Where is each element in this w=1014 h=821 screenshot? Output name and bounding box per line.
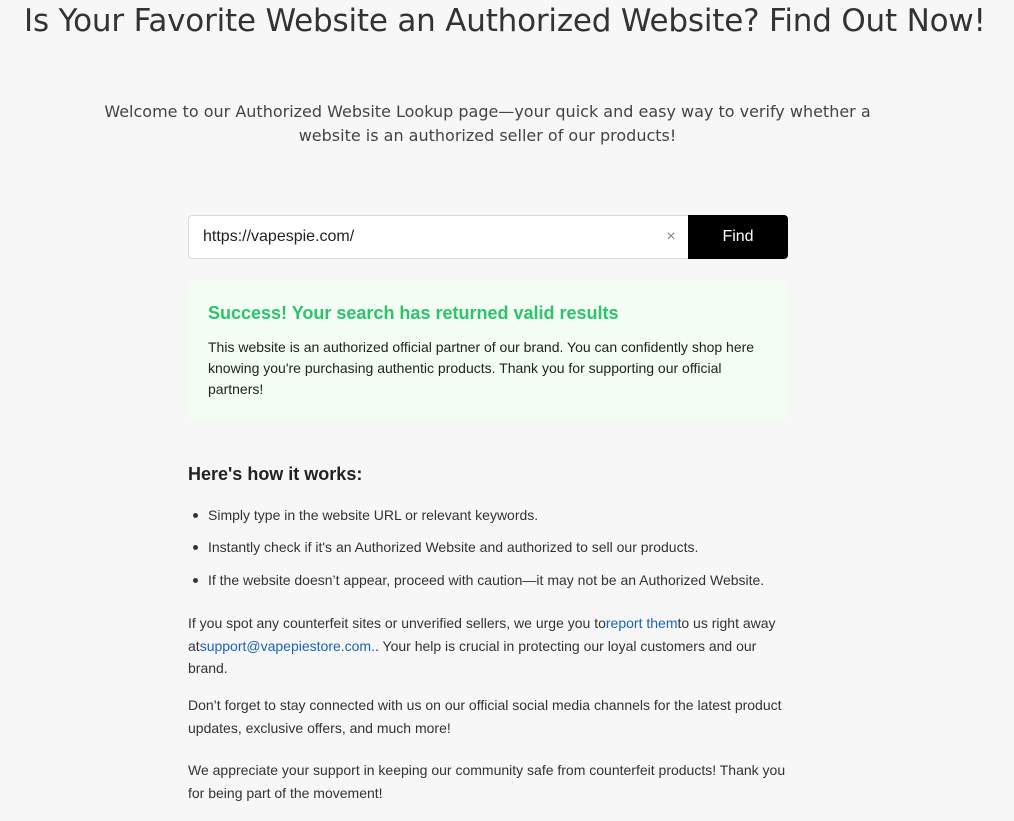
list-item: If the website doesn’t appear, proceed w… bbox=[188, 570, 788, 590]
list-item: Simply type in the website URL or releva… bbox=[188, 505, 788, 525]
report-paragraph: If you spot any counterfeit sites or unv… bbox=[188, 612, 788, 680]
result-title: Success! Your search has returned valid … bbox=[208, 303, 619, 323]
page-title: Is Your Favorite Website an Authorized W… bbox=[24, 3, 986, 39]
clear-icon[interactable]: × bbox=[662, 227, 680, 247]
social-paragraph: Don’t forget to stay connected with us o… bbox=[188, 697, 782, 736]
report-link[interactable]: report them bbox=[606, 615, 678, 631]
closing-paragraph: We appreciate your support in keeping ou… bbox=[188, 762, 786, 801]
how-it-works-title: Here's how it works: bbox=[188, 464, 363, 484]
step-text: Instantly check if it's an Authorized We… bbox=[208, 539, 699, 556]
list-item: Instantly check if it's an Authorized We… bbox=[188, 537, 788, 557]
bullet-icon bbox=[193, 513, 198, 518]
steps-list: Simply type in the website URL or releva… bbox=[188, 505, 788, 602]
result-success-box: Success! Your search has returned valid … bbox=[188, 280, 788, 421]
step-text: Simply type in the website URL or releva… bbox=[208, 507, 539, 523]
step-text: If the website doesn’t appear, proceed w… bbox=[208, 571, 765, 588]
bullet-icon bbox=[193, 577, 198, 583]
bullet-icon bbox=[193, 545, 198, 551]
find-button[interactable]: Find bbox=[688, 215, 788, 259]
intro-text: Welcome to our Authorized Website Lookup… bbox=[104, 102, 871, 145]
result-text: This website is an authorized official p… bbox=[208, 339, 755, 397]
search-form: × Find bbox=[188, 215, 788, 259]
search-box: × bbox=[188, 215, 688, 259]
support-email-link[interactable]: support@vapepiestore.com. bbox=[200, 638, 375, 654]
report-text-before: If you spot any counterfeit sites or unv… bbox=[188, 615, 606, 631]
search-input[interactable] bbox=[189, 216, 688, 258]
